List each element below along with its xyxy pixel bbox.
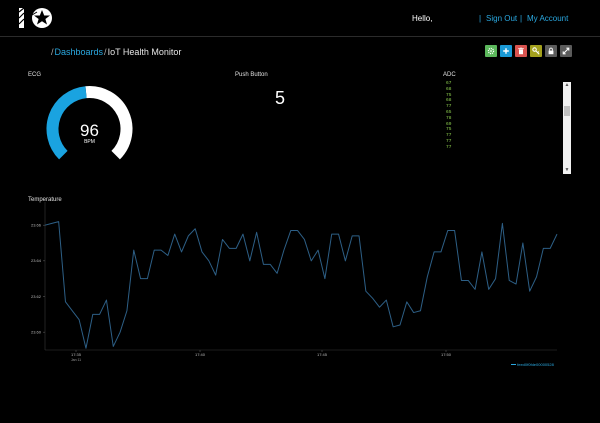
ecg-unit: BPM (84, 139, 95, 145)
plus-icon (503, 48, 509, 54)
ecg-title: ECG (28, 72, 42, 78)
add-block-button[interactable] (500, 45, 512, 57)
y-tick-label: 23.62 (31, 294, 42, 299)
sign-out-link[interactable]: Sign Out (486, 14, 517, 23)
gear-icon (487, 47, 495, 55)
breadcrumb-dashboards-link[interactable]: Dashboards (55, 47, 104, 57)
breadcrumb-separator: / (104, 47, 107, 57)
adc-log: 67 68 75 68 77 65 78 69 75 77 77 77 (446, 81, 464, 151)
legend-label: feed0f0fde00000528 (517, 362, 554, 367)
breadcrumb-separator: / (51, 47, 54, 57)
greeting-text: Hello, (412, 14, 433, 23)
delete-button[interactable] (515, 45, 527, 57)
scroll-down-icon[interactable]: ▼ (563, 167, 571, 174)
temperature-chart: 23.60 23.62 23.64 23.66 17:35 17:40 17:45 17:50… (31, 202, 558, 362)
ecg-value: 96 (80, 121, 99, 140)
adc-scrollbar[interactable]: ▲ ▼ (563, 82, 571, 174)
header-separator: | (520, 14, 523, 23)
key-button[interactable] (530, 45, 542, 57)
x-tick-label: 17:35 (71, 352, 82, 357)
fullscreen-button[interactable] (560, 45, 572, 57)
key-icon (532, 47, 540, 55)
chart-legend: feed0f0fde00000528 (511, 362, 554, 367)
settings-button[interactable] (485, 45, 497, 57)
y-tick-label: 23.66 (31, 223, 42, 228)
x-date-label: Jan 11 (71, 358, 81, 362)
breadcrumb: /Dashboards/IoT Health Monitor (50, 47, 181, 57)
y-tick-label: 23.60 (31, 330, 42, 335)
x-tick-label: 17:45 (317, 352, 328, 357)
push-button-value: 5 (274, 88, 285, 108)
adc-value: 77 (446, 144, 452, 150)
adc-title: ADC (443, 72, 456, 78)
x-tick-label: 17:50 (441, 352, 452, 357)
io-logo-icon (18, 7, 52, 28)
brand-logo[interactable] (18, 6, 58, 30)
scroll-up-icon[interactable]: ▲ (563, 82, 571, 89)
trash-icon (518, 47, 524, 55)
header-separator: | (479, 14, 482, 23)
expand-icon (562, 47, 570, 55)
page-title: IoT Health Monitor (107, 47, 182, 57)
my-account-link[interactable]: My Account (527, 14, 568, 23)
header-divider (0, 36, 600, 37)
privacy-button[interactable] (545, 45, 557, 57)
legend-swatch (511, 364, 516, 366)
lock-icon (548, 47, 554, 55)
y-tick-label: 23.64 (31, 258, 42, 263)
temperature-series-line (44, 221, 558, 349)
x-tick-label: 17:40 (195, 352, 206, 357)
scrollbar-thumb[interactable] (564, 106, 570, 116)
push-button-title: Push Button (235, 72, 268, 78)
